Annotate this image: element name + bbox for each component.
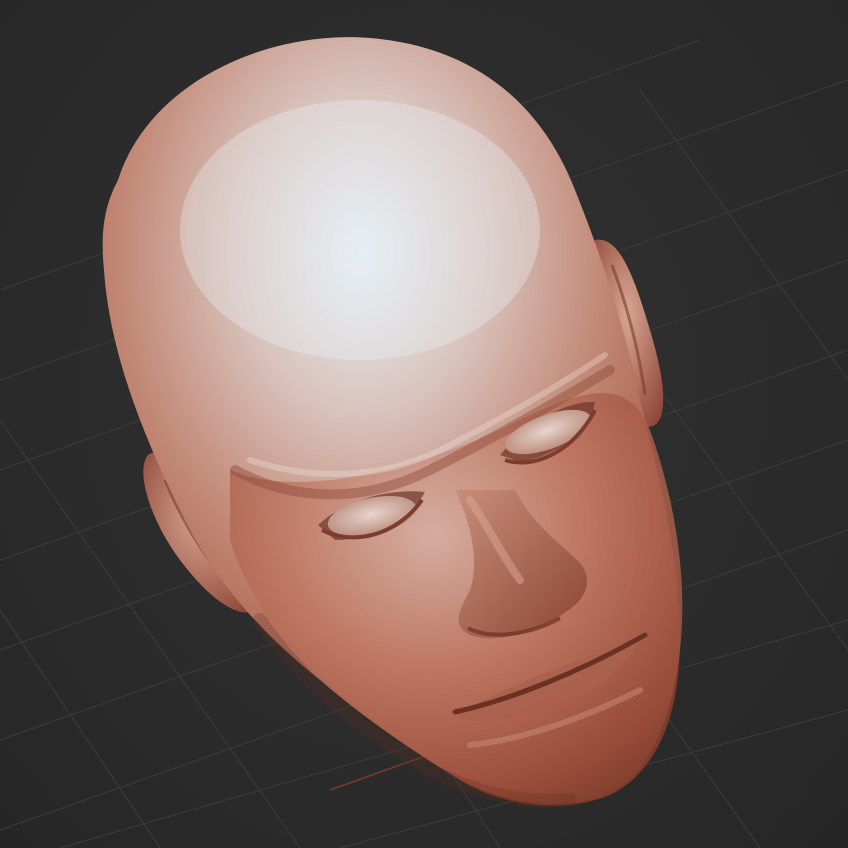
3d-viewport[interactable] (0, 0, 848, 848)
viewport-canvas[interactable] (0, 0, 848, 848)
